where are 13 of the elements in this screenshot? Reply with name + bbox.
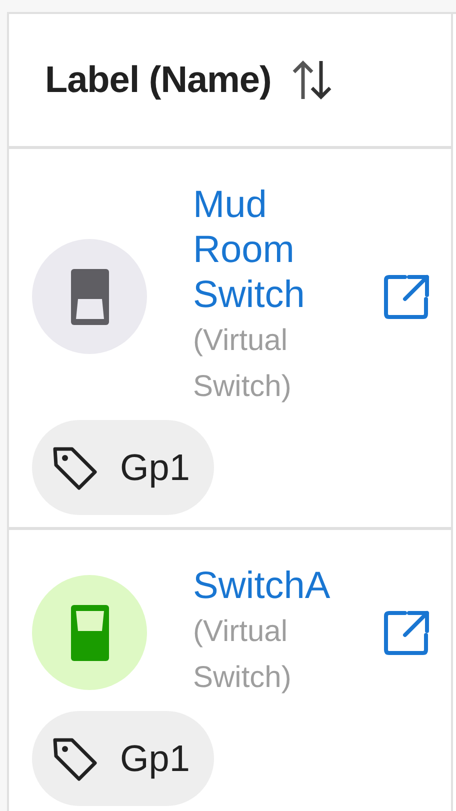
device-link[interactable]: Mud Room Switch (193, 183, 373, 318)
external-link-icon[interactable] (383, 608, 431, 656)
device-type: (Virtual Switch) (193, 323, 292, 405)
tag-chip[interactable]: Gp1 (32, 711, 214, 806)
device-link[interactable]: SwitchA (193, 564, 373, 609)
column-label[interactable]: Label (Name) (45, 59, 272, 101)
switch-off-icon (70, 268, 108, 324)
device-type: (Virtual Switch) (193, 614, 292, 696)
switch-on-icon (70, 604, 108, 660)
tag-icon (52, 444, 98, 490)
tag-chip[interactable]: Gp1 (32, 420, 214, 515)
tag-icon (52, 736, 98, 782)
external-link-icon[interactable] (383, 272, 431, 320)
